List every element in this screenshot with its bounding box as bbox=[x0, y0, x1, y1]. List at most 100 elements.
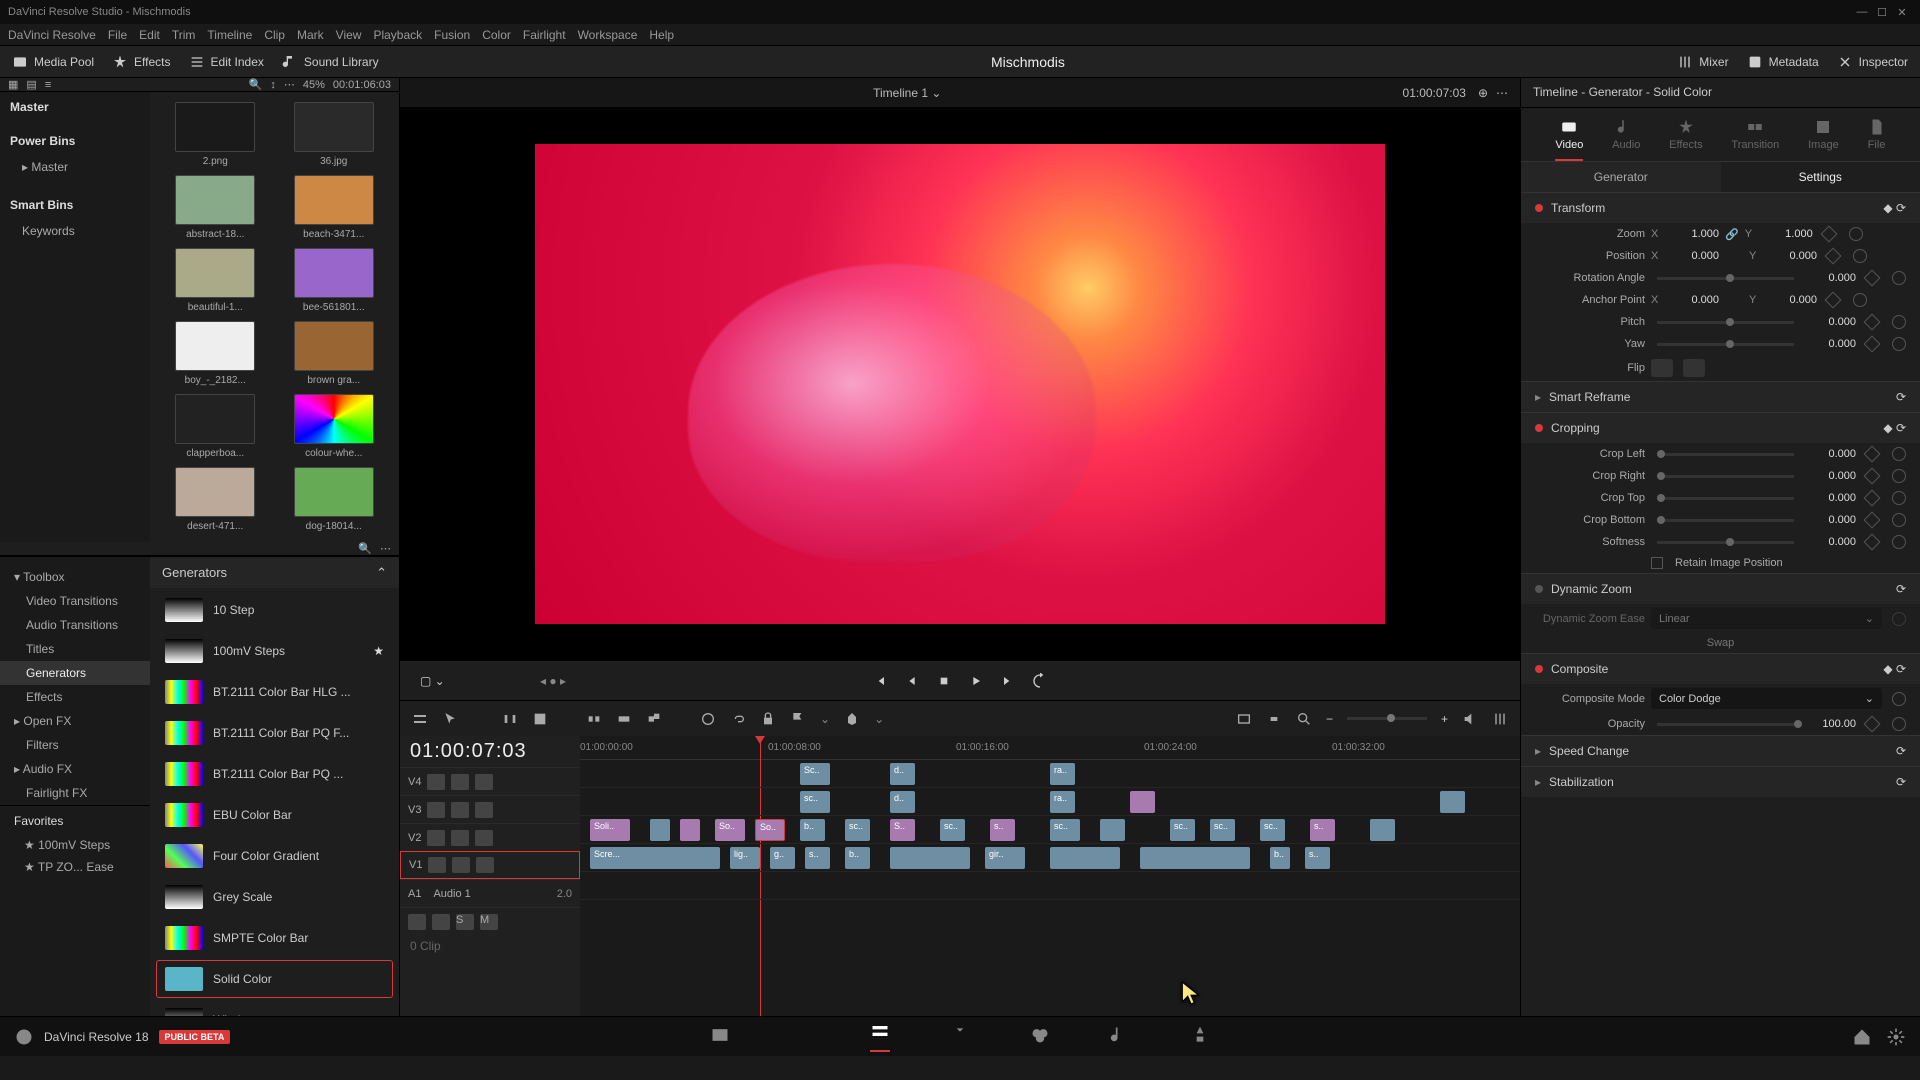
mode-generator[interactable]: Generator bbox=[1521, 162, 1721, 192]
search-icon[interactable]: 🔍 bbox=[249, 78, 263, 91]
minimize-button[interactable]: — bbox=[1852, 6, 1872, 18]
crop-softness[interactable]: 0.000 bbox=[1806, 536, 1856, 548]
inspector-button[interactable]: Inspector bbox=[1837, 54, 1908, 70]
zoom-x[interactable]: 1.000 bbox=[1669, 228, 1719, 240]
menu-mark[interactable]: Mark bbox=[297, 28, 324, 42]
layout-list-icon[interactable]: ▦ bbox=[8, 78, 18, 91]
fx-filters[interactable]: Filters bbox=[0, 733, 150, 757]
section-smart-reframe[interactable]: ▸Smart Reframe⟳ bbox=[1521, 381, 1920, 412]
fav-item-0[interactable]: ★ 100mV Steps bbox=[14, 834, 136, 856]
fx-search-icon[interactable]: 🔍 bbox=[358, 542, 372, 555]
page-cut[interactable] bbox=[790, 1025, 810, 1048]
metadata-button[interactable]: Metadata bbox=[1747, 54, 1819, 70]
inout-dropdown[interactable]: ▢ ⌄ bbox=[420, 674, 445, 688]
fx-item[interactable]: Solid Color bbox=[156, 960, 393, 998]
section-transform[interactable]: Transform◆ ⟳ bbox=[1521, 192, 1920, 223]
retime-icon[interactable] bbox=[700, 711, 716, 727]
yaw[interactable]: 0.000 bbox=[1806, 338, 1856, 350]
composite-mode-select[interactable]: Color Dodge⌄ bbox=[1651, 688, 1882, 709]
insp-tab-file[interactable]: File bbox=[1868, 118, 1886, 161]
fx-item[interactable]: Grey Scale bbox=[156, 878, 393, 916]
menu-workspace[interactable]: Workspace bbox=[578, 28, 638, 42]
page-fusion[interactable] bbox=[950, 1025, 970, 1048]
tl-view-icon[interactable] bbox=[412, 711, 428, 727]
track-v3[interactable]: V3 bbox=[400, 795, 580, 823]
fx-item[interactable]: 10 Step bbox=[156, 591, 393, 629]
pos-y[interactable]: 0.000 bbox=[1767, 250, 1817, 262]
flip-v[interactable] bbox=[1683, 359, 1705, 377]
track-row-v2[interactable]: Soli..So..So..b..sc..S..sc..s..sc..sc..s… bbox=[580, 816, 1520, 844]
flip-h[interactable] bbox=[1651, 359, 1673, 377]
menu-resolve[interactable]: DaVinci Resolve bbox=[8, 28, 96, 42]
selection-tool-icon[interactable] bbox=[442, 711, 458, 727]
insp-tab-effects[interactable]: Effects bbox=[1669, 118, 1702, 161]
thumb-item[interactable]: bee-561801... bbox=[279, 248, 390, 313]
sort-icon[interactable]: ↕ bbox=[270, 79, 276, 91]
fx-audio-transitions[interactable]: Audio Transitions bbox=[0, 613, 150, 637]
stop-icon[interactable] bbox=[936, 673, 952, 689]
fx-more-icon[interactable]: ⋯ bbox=[380, 542, 391, 555]
fx-video-transitions[interactable]: Video Transitions bbox=[0, 589, 150, 613]
thumb-item[interactable]: boy_-_2182... bbox=[160, 321, 271, 386]
zoom-detail-icon[interactable] bbox=[1266, 711, 1282, 727]
fx-toolbox[interactable]: ▾ Toolbox bbox=[0, 565, 150, 589]
insp-tab-image[interactable]: Image bbox=[1808, 118, 1839, 161]
fx-item[interactable]: BT.2111 Color Bar HLG ... bbox=[156, 673, 393, 711]
layout-thumb-icon[interactable]: ▤ bbox=[26, 78, 36, 91]
menu-file[interactable]: File bbox=[108, 28, 127, 42]
menu-color[interactable]: Color bbox=[482, 28, 511, 42]
fav-item-1[interactable]: ★ TP ZO... Ease bbox=[14, 856, 136, 878]
crop-right[interactable]: 0.000 bbox=[1806, 470, 1856, 482]
menu-fusion[interactable]: Fusion bbox=[434, 28, 470, 42]
crop-bottom[interactable]: 0.000 bbox=[1806, 514, 1856, 526]
lock-icon[interactable] bbox=[760, 711, 776, 727]
page-deliver[interactable] bbox=[1190, 1025, 1210, 1048]
layout-strip-icon[interactable]: ≡ bbox=[45, 79, 51, 91]
pitch[interactable]: 0.000 bbox=[1806, 316, 1856, 328]
fx-openfx[interactable]: ▸ Open FX bbox=[0, 709, 150, 733]
track-v2[interactable]: V2 bbox=[400, 823, 580, 851]
bin-master[interactable]: Master bbox=[10, 100, 140, 114]
menu-playback[interactable]: Playback bbox=[373, 28, 422, 42]
blade-tool-icon[interactable] bbox=[532, 711, 548, 727]
menu-fairlight[interactable]: Fairlight bbox=[523, 28, 566, 42]
overwrite-icon[interactable] bbox=[616, 711, 632, 727]
settings-icon[interactable] bbox=[1886, 1027, 1906, 1047]
page-edit[interactable] bbox=[870, 1021, 890, 1052]
step-back-icon[interactable] bbox=[904, 673, 920, 689]
link-icon[interactable] bbox=[730, 711, 746, 727]
fx-item[interactable]: SMPTE Color Bar bbox=[156, 919, 393, 957]
mode-settings[interactable]: Settings bbox=[1721, 162, 1920, 192]
bin-power[interactable]: Power Bins bbox=[10, 134, 140, 148]
insert-icon[interactable] bbox=[586, 711, 602, 727]
media-pool-button[interactable]: Media Pool bbox=[12, 54, 94, 70]
viewer-more-icon[interactable]: ⋯ bbox=[1496, 86, 1508, 100]
page-color[interactable] bbox=[1030, 1025, 1050, 1048]
thumb-item[interactable]: abstract-18... bbox=[160, 175, 271, 240]
track-a1[interactable]: A1 Audio 12.0 bbox=[400, 879, 580, 907]
thumb-item[interactable]: beach-3471... bbox=[279, 175, 390, 240]
close-button[interactable]: ✕ bbox=[1892, 6, 1912, 19]
opacity[interactable]: 100.00 bbox=[1806, 718, 1856, 730]
bin-smart[interactable]: Smart Bins bbox=[10, 198, 140, 212]
track-row-v1[interactable]: Scre...lig..g..s..b..gir..b..s.. bbox=[580, 844, 1520, 872]
insp-tab-audio[interactable]: Audio bbox=[1612, 118, 1640, 161]
flag-icon[interactable] bbox=[790, 711, 806, 727]
fx-titles[interactable]: Titles bbox=[0, 637, 150, 661]
replace-icon[interactable] bbox=[646, 711, 662, 727]
track-row-v3[interactable]: sc..d..ra.. bbox=[580, 788, 1520, 816]
zoom-ease-select[interactable]: Linear⌄ bbox=[1651, 608, 1882, 629]
trim-tool-icon[interactable] bbox=[472, 711, 488, 727]
go-end-icon[interactable] bbox=[1000, 673, 1016, 689]
section-stabilization[interactable]: ▸Stabilization⟳ bbox=[1521, 766, 1920, 797]
section-speed[interactable]: ▸Speed Change⟳ bbox=[1521, 735, 1920, 766]
effects-button[interactable]: Effects bbox=[112, 54, 170, 70]
dynamic-trim-icon[interactable] bbox=[502, 711, 518, 727]
zoom-custom-icon[interactable] bbox=[1296, 711, 1312, 727]
menu-clip[interactable]: Clip bbox=[264, 28, 285, 42]
loop-icon[interactable] bbox=[1032, 673, 1048, 689]
menu-help[interactable]: Help bbox=[649, 28, 674, 42]
timeline-ruler[interactable]: 01:00:00:0001:00:08:0001:00:16:0001:00:2… bbox=[580, 736, 1520, 760]
track-row-v4[interactable]: Sc..d..ra.. bbox=[580, 760, 1520, 788]
menu-edit[interactable]: Edit bbox=[139, 28, 160, 42]
